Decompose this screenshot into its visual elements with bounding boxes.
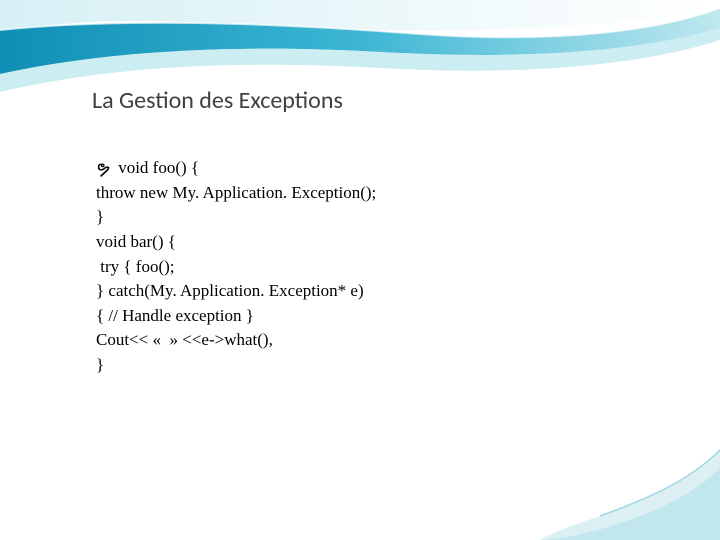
code-line: } [96, 205, 640, 230]
code-line: { // Handle exception } [96, 304, 640, 329]
code-line: void bar() { [96, 230, 640, 255]
corner-curl [540, 420, 720, 540]
slide-body: ຯ void foo() { throw new My. Application… [96, 154, 640, 378]
code-line: Cout<< « » <<e->what(), [96, 328, 640, 353]
bullet-item: ຯ void foo() { [96, 154, 640, 181]
code-line: } catch(My. Application. Exception* e) [96, 279, 640, 304]
code-line: try { foo(); [96, 255, 640, 280]
code-line: throw new My. Application. Exception(); [96, 181, 640, 206]
code-line: void foo() { [118, 156, 199, 181]
code-line: } [96, 353, 640, 378]
slide-title: La Gestion des Exceptions [92, 86, 343, 115]
bullet-icon: ຯ [96, 155, 110, 181]
